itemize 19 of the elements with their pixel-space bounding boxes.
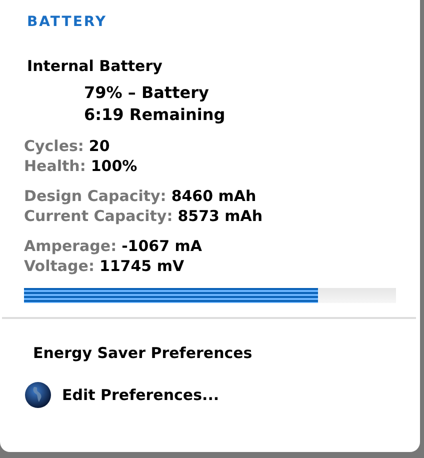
stat-label: Cycles: [24, 137, 84, 155]
menu-item[interactable]: Edit Preferences... [62, 385, 220, 405]
status-text: 6:19 Remaining [84, 104, 226, 126]
stat-value: -1067 mA [122, 237, 202, 255]
section-title: BATTERY [27, 13, 108, 32]
stat-value: 8460 mAh [171, 187, 256, 205]
status-text: 79% – Battery [84, 82, 210, 104]
globe-icon [24, 381, 52, 409]
stat-label: Design Capacity: [24, 187, 166, 205]
battery-name: Internal Battery [27, 56, 164, 76]
stat-value: 20 [88, 137, 110, 155]
stat-label: Current Capacity: [24, 207, 173, 225]
stat-value: 11745 mV [99, 257, 184, 275]
stat-label: Voltage: [24, 257, 94, 275]
menu-heading: Energy Saver Preferences [33, 343, 254, 363]
stat-label: Amperage: [24, 237, 117, 255]
stat-label: Health: [24, 157, 86, 175]
stat-value: 100% [90, 157, 138, 175]
stat-value: 8573 mAh [178, 207, 263, 225]
